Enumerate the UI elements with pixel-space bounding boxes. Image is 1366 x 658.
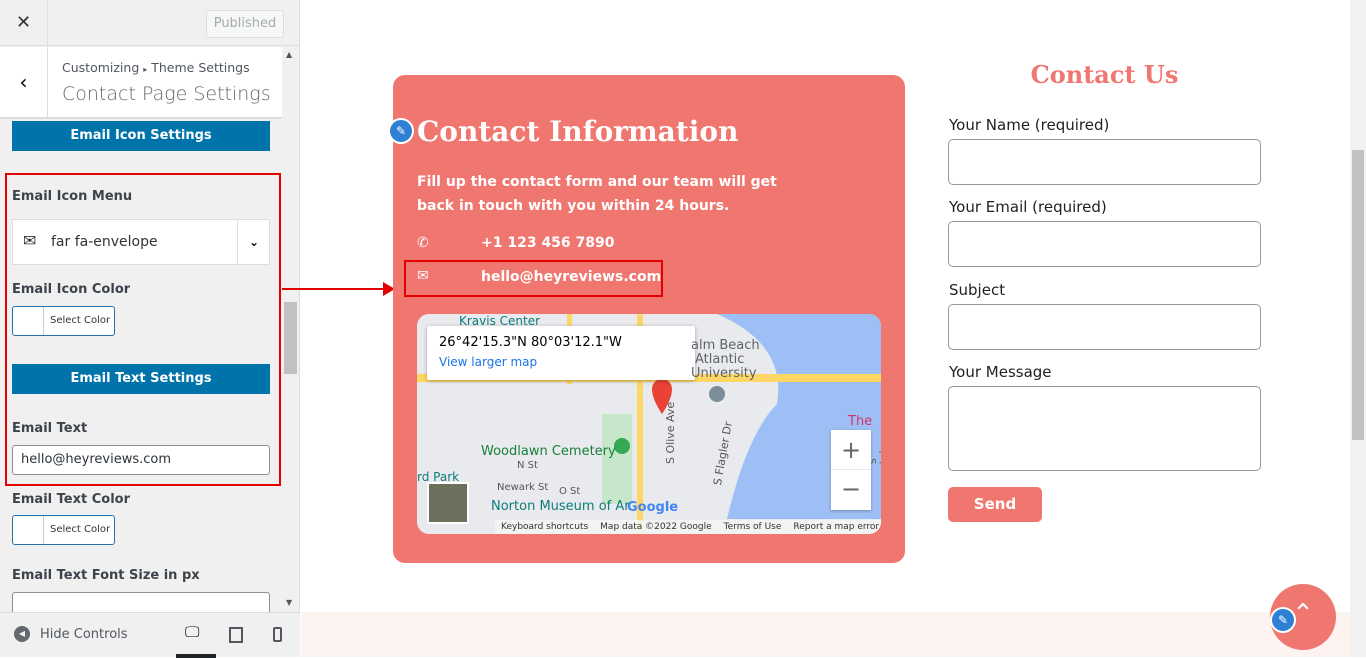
zoom-out-button[interactable]: −	[831, 470, 871, 510]
email-icon-settings-button[interactable]: Email Icon Settings	[12, 121, 270, 151]
name-label: Your Name (required)	[949, 116, 1110, 134]
email-text-input[interactable]: hello@heyreviews.com	[12, 445, 270, 475]
contact-info-card: Contact Information Fill up the contact …	[393, 75, 905, 563]
email-icon-menu-label: Email Icon Menu	[12, 189, 133, 204]
subject-input[interactable]	[948, 304, 1261, 350]
terms-link[interactable]: Terms of Use	[724, 520, 782, 534]
google-logo: Google	[627, 500, 679, 515]
scroll-down-arrow[interactable]: ▼	[286, 598, 292, 607]
mobile-preview-icon[interactable]	[273, 627, 282, 642]
close-button[interactable]: ✕	[0, 0, 48, 46]
map-label: University	[691, 366, 757, 381]
email-font-size-input[interactable]	[12, 592, 270, 614]
breadcrumb-root: Customizing	[62, 60, 140, 75]
satellite-toggle[interactable]	[427, 482, 469, 524]
email-input[interactable]	[948, 221, 1261, 267]
scroll-up-arrow[interactable]: ▲	[286, 50, 292, 59]
back-button[interactable]: ‹	[0, 47, 48, 117]
select-color-label: Select Color	[50, 524, 111, 535]
map-label: Kravis Center	[459, 314, 541, 328]
customizer-footer: ◀ Hide Controls 🖵	[0, 612, 300, 658]
breadcrumb-separator-icon: ▸	[143, 65, 148, 74]
map-label: O St	[559, 486, 581, 497]
map-label: S Olive Ave	[664, 401, 677, 464]
zoom-in-button[interactable]: +	[831, 430, 871, 470]
google-map[interactable]: 26°42'15.3"N 80°03'12.1"W View larger ma…	[417, 314, 881, 534]
email-text-color-label: Email Text Color	[12, 492, 130, 507]
email-text-color-picker[interactable]: Select Color	[12, 515, 115, 545]
breadcrumb-parent: Theme Settings	[151, 60, 250, 75]
map-data-text: Map data ©2022 Google	[600, 522, 712, 532]
keyboard-shortcuts-link[interactable]: Keyboard shortcuts	[501, 520, 588, 534]
next-section	[301, 612, 1350, 657]
map-label: alm Beach	[691, 338, 760, 353]
map-coordinates: 26°42'15.3"N 80°03'12.1"W	[439, 335, 622, 350]
section-header: ‹ Customizing ▸ Theme Settings Contact P…	[0, 47, 282, 119]
message-label: Your Message	[949, 363, 1052, 381]
breadcrumb: Customizing ▸ Theme Settings	[62, 60, 250, 75]
phone-icon: ✆	[417, 235, 429, 251]
chevron-down-icon[interactable]: ⌄	[237, 220, 270, 264]
tablet-preview-icon[interactable]	[229, 627, 243, 643]
email-label: Your Email (required)	[949, 198, 1107, 216]
subject-label: Subject	[949, 281, 1006, 299]
edit-pencil-icon[interactable]: ✎	[1270, 607, 1296, 633]
send-button[interactable]: Send	[948, 487, 1042, 522]
email-text-settings-button[interactable]: Email Text Settings	[12, 364, 270, 394]
map-info-window: 26°42'15.3"N 80°03'12.1"W View larger ma…	[427, 326, 695, 380]
select-color-label: Select Color	[50, 315, 111, 326]
arrow-line	[282, 288, 387, 290]
name-input[interactable]	[948, 139, 1261, 185]
email-text[interactable]: hello@heyreviews.com	[481, 269, 661, 285]
email-icon-color-label: Email Icon Color	[12, 282, 131, 297]
email-icon-select[interactable]: ✉ far fa-envelope ⌄	[12, 219, 270, 265]
email-icon-value: far fa-envelope	[51, 234, 158, 250]
email-font-size-label: Email Text Font Size in px	[12, 568, 200, 583]
customizer-sidebar: ✕ Published ‹ Customizing ▸ Theme Settin…	[0, 0, 300, 658]
envelope-icon: ✉	[23, 231, 37, 250]
map-footer: Keyboard shortcuts Map data ©2022 Google…	[495, 520, 881, 534]
preview-scrollbar[interactable]	[1350, 0, 1366, 657]
map-label: N St	[517, 460, 538, 471]
sidebar-scrollbar-thumb[interactable]	[284, 302, 297, 374]
desktop-preview-icon[interactable]: 🖵	[185, 623, 199, 641]
published-button[interactable]: Published	[206, 10, 284, 38]
report-error-link[interactable]: Report a map error	[793, 520, 879, 534]
edit-pencil-icon[interactable]: ✎	[388, 118, 414, 144]
message-textarea[interactable]	[948, 386, 1261, 471]
zoom-controls: + −	[831, 430, 871, 510]
map-label: Newark St	[497, 482, 549, 493]
map-label: Woodlawn Cemetery	[481, 444, 616, 459]
preview-scrollbar-thumb[interactable]	[1352, 150, 1364, 440]
contact-us-title: Contact Us	[1030, 60, 1179, 89]
phone-text[interactable]: +1 123 456 7890	[481, 235, 615, 251]
view-larger-map-link[interactable]: View larger map	[439, 355, 537, 369]
envelope-icon: ✉	[417, 268, 429, 284]
page-title: Contact Page Settings	[62, 83, 271, 105]
email-icon-color-picker[interactable]: Select Color	[12, 306, 115, 336]
map-label: Norton Museum of Ar	[491, 499, 630, 514]
contact-info-title: Contact Information	[417, 115, 739, 148]
customizer-topbar: ✕ Published	[0, 0, 300, 46]
hide-controls-button[interactable]: Hide Controls	[40, 627, 128, 642]
map-label: Atlantic	[695, 352, 745, 367]
hide-controls-icon[interactable]: ◀	[14, 626, 30, 642]
email-text-label: Email Text	[12, 421, 88, 436]
contact-info-description: Fill up the contact form and our team wi…	[417, 174, 777, 214]
active-device-indicator	[176, 654, 216, 658]
